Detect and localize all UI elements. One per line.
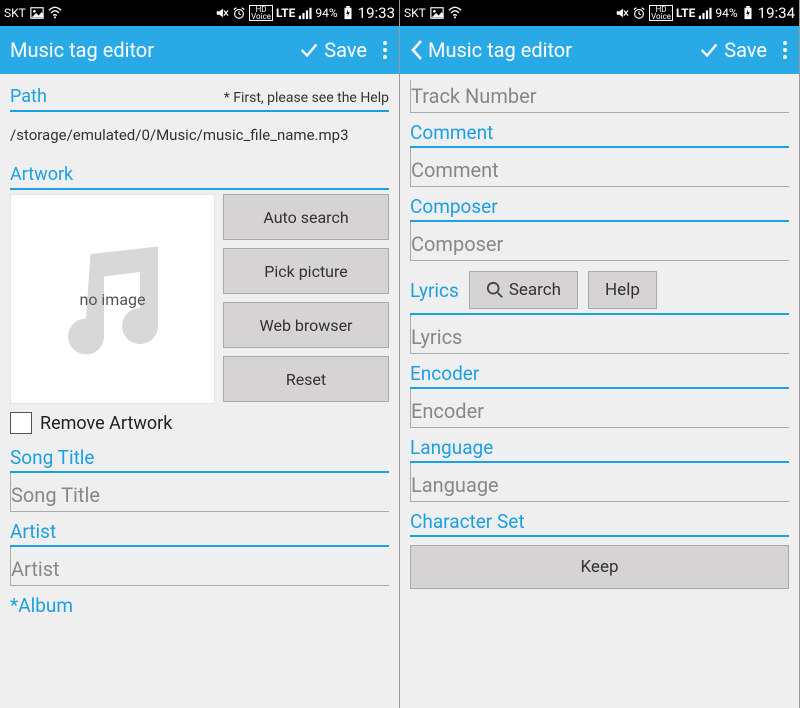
song-title-label: Song Title — [10, 444, 389, 473]
auto-search-button[interactable]: Auto search — [223, 194, 389, 240]
mute-icon — [615, 6, 629, 20]
page-title: Music tag editor — [10, 38, 154, 62]
signal-icon — [298, 6, 312, 20]
encoder-label: Encoder — [410, 360, 789, 389]
composer-label: Composer — [410, 193, 789, 222]
charset-keep-button[interactable]: Keep — [410, 545, 789, 589]
language-input[interactable]: Language — [410, 463, 789, 502]
no-image-label: no image — [79, 290, 145, 309]
picture-icon — [30, 6, 44, 20]
help-note: * First, please see the Help — [224, 90, 389, 106]
content-right: Track Number Comment Comment Composer Co… — [400, 74, 799, 708]
save-button[interactable]: Save — [298, 38, 367, 62]
battery-icon — [741, 6, 755, 20]
artwork-preview[interactable]: no image — [10, 194, 215, 404]
track-number-input[interactable]: Track Number — [410, 80, 789, 113]
picture-icon — [430, 6, 444, 20]
path-label: Path — [10, 86, 47, 107]
web-browser-button[interactable]: Web browser — [223, 302, 389, 348]
overflow-menu-button[interactable] — [379, 37, 391, 63]
remove-artwork-checkbox[interactable] — [10, 412, 32, 434]
path-value: /storage/emulated/0/Music/music_file_nam… — [10, 112, 389, 158]
remove-artwork-label: Remove Artwork — [40, 413, 172, 434]
screen-right: SKT HDVoice LTE 94% 19:34 Music tag edit… — [400, 0, 800, 708]
comment-label: Comment — [410, 119, 789, 148]
lyrics-label: Lyrics — [410, 279, 459, 302]
checkmark-icon — [698, 39, 720, 61]
lyrics-input[interactable]: Lyrics — [410, 315, 789, 354]
overflow-menu-button[interactable] — [779, 37, 791, 63]
lyrics-search-label: Search — [509, 280, 561, 300]
composer-input[interactable]: Composer — [410, 222, 789, 261]
language-label: Language — [410, 434, 789, 463]
status-bar: SKT HDVoice LTE 94% 19:33 — [0, 0, 399, 26]
song-title-input[interactable]: Song Title — [10, 473, 389, 512]
battery-pct: 94% — [715, 6, 737, 20]
reset-button[interactable]: Reset — [223, 356, 389, 402]
hd-voice-icon: HDVoice — [649, 5, 673, 21]
back-button[interactable] — [410, 39, 424, 61]
carrier-label: SKT — [404, 6, 426, 20]
path-section-header: Path * First, please see the Help — [10, 80, 389, 112]
screen-left: SKT HDVoice LTE 94% 19:33 Music tag edit… — [0, 0, 400, 708]
artwork-section-header: Artwork — [10, 158, 389, 190]
hd-voice-icon: HDVoice — [249, 5, 273, 21]
save-label: Save — [724, 38, 767, 62]
album-label: Album — [10, 592, 389, 619]
wifi-icon — [48, 6, 62, 20]
app-header: Music tag editor Save — [0, 26, 399, 74]
mute-icon — [215, 6, 229, 20]
clock: 19:33 — [358, 4, 395, 22]
save-label: Save — [324, 38, 367, 62]
app-header: Music tag editor Save — [400, 26, 799, 74]
search-icon — [486, 281, 504, 299]
pick-picture-button[interactable]: Pick picture — [223, 248, 389, 294]
wifi-icon — [448, 6, 462, 20]
carrier-label: SKT — [4, 6, 26, 20]
artist-label: Artist — [10, 518, 389, 547]
charset-label: Character Set — [410, 508, 789, 537]
signal-icon — [698, 6, 712, 20]
clock: 19:34 — [758, 4, 795, 22]
lyrics-search-button[interactable]: Search — [469, 271, 578, 309]
lyrics-row: Lyrics Search Help — [410, 271, 789, 309]
save-button[interactable]: Save — [698, 38, 767, 62]
lte-label: LTE — [276, 6, 295, 20]
alarm-icon — [632, 6, 646, 20]
encoder-input[interactable]: Encoder — [410, 389, 789, 428]
checkmark-icon — [298, 39, 320, 61]
page-title: Music tag editor — [428, 38, 572, 62]
artist-input[interactable]: Artist — [10, 547, 389, 586]
battery-pct: 94% — [315, 6, 337, 20]
content-left: Path * First, please see the Help /stora… — [0, 74, 399, 708]
battery-icon — [341, 6, 355, 20]
lte-label: LTE — [676, 6, 695, 20]
status-bar: SKT HDVoice LTE 94% 19:34 — [400, 0, 799, 26]
comment-input[interactable]: Comment — [410, 148, 789, 187]
alarm-icon — [232, 6, 246, 20]
lyrics-help-button[interactable]: Help — [588, 271, 657, 309]
